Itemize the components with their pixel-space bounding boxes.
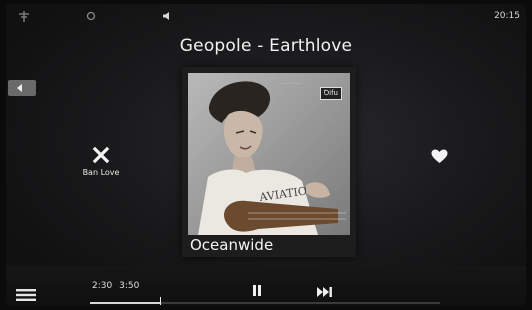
skip-next-icon <box>317 287 332 297</box>
ban-label: Ban Love <box>82 168 120 177</box>
status-bar: 20:15 <box>6 4 526 26</box>
track-title: Geopole - Earthlove <box>179 36 353 56</box>
elapsed-time: 2:30 <box>92 281 113 291</box>
art-caption: · · · · · · · <box>280 81 301 87</box>
progress-thumb[interactable] <box>160 297 161 305</box>
heart-icon <box>431 149 448 163</box>
back-button[interactable] <box>8 80 36 96</box>
progress-track[interactable] <box>90 297 440 305</box>
time-display: 2:30 3:50 <box>92 281 139 291</box>
arrow-left-icon <box>17 84 22 92</box>
signal-icon <box>18 11 30 24</box>
menu-button[interactable] <box>16 286 36 305</box>
total-time: 3:50 <box>119 281 140 291</box>
close-icon <box>92 146 110 164</box>
next-button[interactable] <box>317 282 333 301</box>
playback-bar: 2:30 3:50 <box>6 266 526 306</box>
volume-icon <box>162 11 172 23</box>
album-art: AVIATION · · · · · · · Ꝺifu <box>188 73 350 235</box>
ban-button[interactable]: Ban Love <box>76 146 126 177</box>
gps-icon <box>86 11 96 23</box>
player-screen: 20:15 Geopole - Earthlove Ban Love AVIAT… <box>6 4 526 306</box>
pause-button[interactable] <box>252 281 262 300</box>
album-card[interactable]: AVIATION · · · · · · · Ꝺifu Oceanwide <box>182 67 356 257</box>
status-clock: 20:15 <box>494 11 520 21</box>
list-icon <box>16 289 36 301</box>
art-badge: Ꝺifu <box>319 87 342 100</box>
pause-icon <box>253 285 261 296</box>
progress-fill <box>90 302 160 304</box>
album-name: Oceanwide <box>190 236 274 254</box>
love-button[interactable] <box>431 149 448 168</box>
